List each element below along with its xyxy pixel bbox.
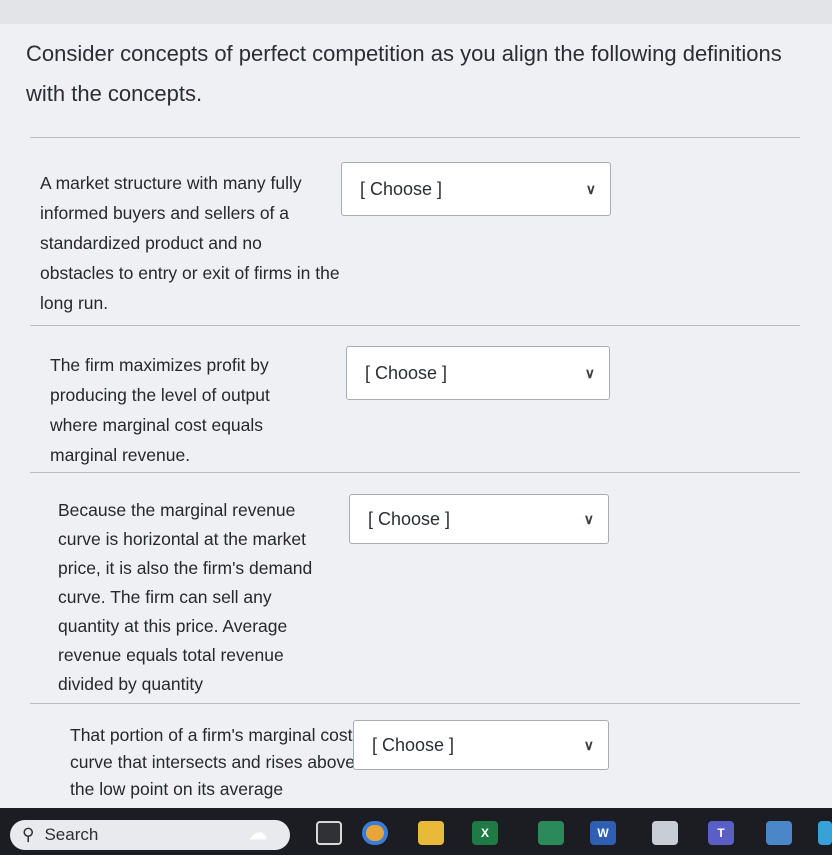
chevron-down-icon: ∨ — [584, 364, 595, 381]
top-strip — [0, 0, 832, 24]
excel-icon[interactable]: X — [472, 821, 498, 845]
divider — [30, 325, 800, 326]
chevron-down-icon: ∨ — [583, 510, 594, 527]
file-explorer-icon[interactable] — [418, 821, 444, 845]
definition-text-4: That portion of a firm's marginal cost c… — [70, 725, 356, 799]
browser-viewport: Consider concepts of perfect competition… — [0, 0, 832, 808]
search-icon: ⚲ — [22, 825, 35, 844]
calculator-icon[interactable] — [766, 821, 792, 845]
search-label: Search — [44, 825, 99, 844]
select-value: [ Choose ] — [360, 178, 443, 199]
weather-widget-icon[interactable]: ☁ — [232, 821, 284, 845]
definition-text-1: A market structure with many fully infor… — [40, 173, 340, 313]
divider — [30, 472, 800, 473]
teams-icon[interactable]: T — [708, 821, 734, 845]
concept-select-2[interactable]: [ Choose ] ∨ — [346, 346, 610, 400]
concept-select-4[interactable]: [ Choose ] ∨ — [353, 720, 609, 770]
task-view-icon[interactable] — [316, 821, 342, 845]
divider — [30, 137, 800, 138]
chrome-icon[interactable] — [362, 821, 388, 845]
chevron-down-icon: ∨ — [585, 180, 596, 197]
question-prompt: Consider concepts of perfect competition… — [26, 41, 782, 106]
app-icon[interactable] — [538, 821, 564, 845]
definition-text-2: The firm maximizes profit by producing t… — [50, 355, 270, 465]
select-value: [ Choose ] — [365, 362, 448, 383]
edge-icon[interactable] — [818, 821, 832, 845]
concept-select-3[interactable]: [ Choose ] ∨ — [349, 494, 609, 544]
divider — [30, 703, 800, 704]
word-icon[interactable]: W — [590, 821, 616, 845]
chevron-down-icon: ∨ — [583, 736, 594, 753]
select-value: [ Choose ] — [368, 508, 451, 529]
definition-text-3: Because the marginal revenue curve is ho… — [58, 500, 313, 694]
select-value: [ Choose ] — [372, 734, 455, 755]
remote-desktop-icon[interactable] — [652, 821, 678, 845]
concept-select-1[interactable]: [ Choose ] ∨ — [341, 162, 611, 216]
taskbar: ⚲ Search ☁ X W T — [0, 808, 832, 855]
